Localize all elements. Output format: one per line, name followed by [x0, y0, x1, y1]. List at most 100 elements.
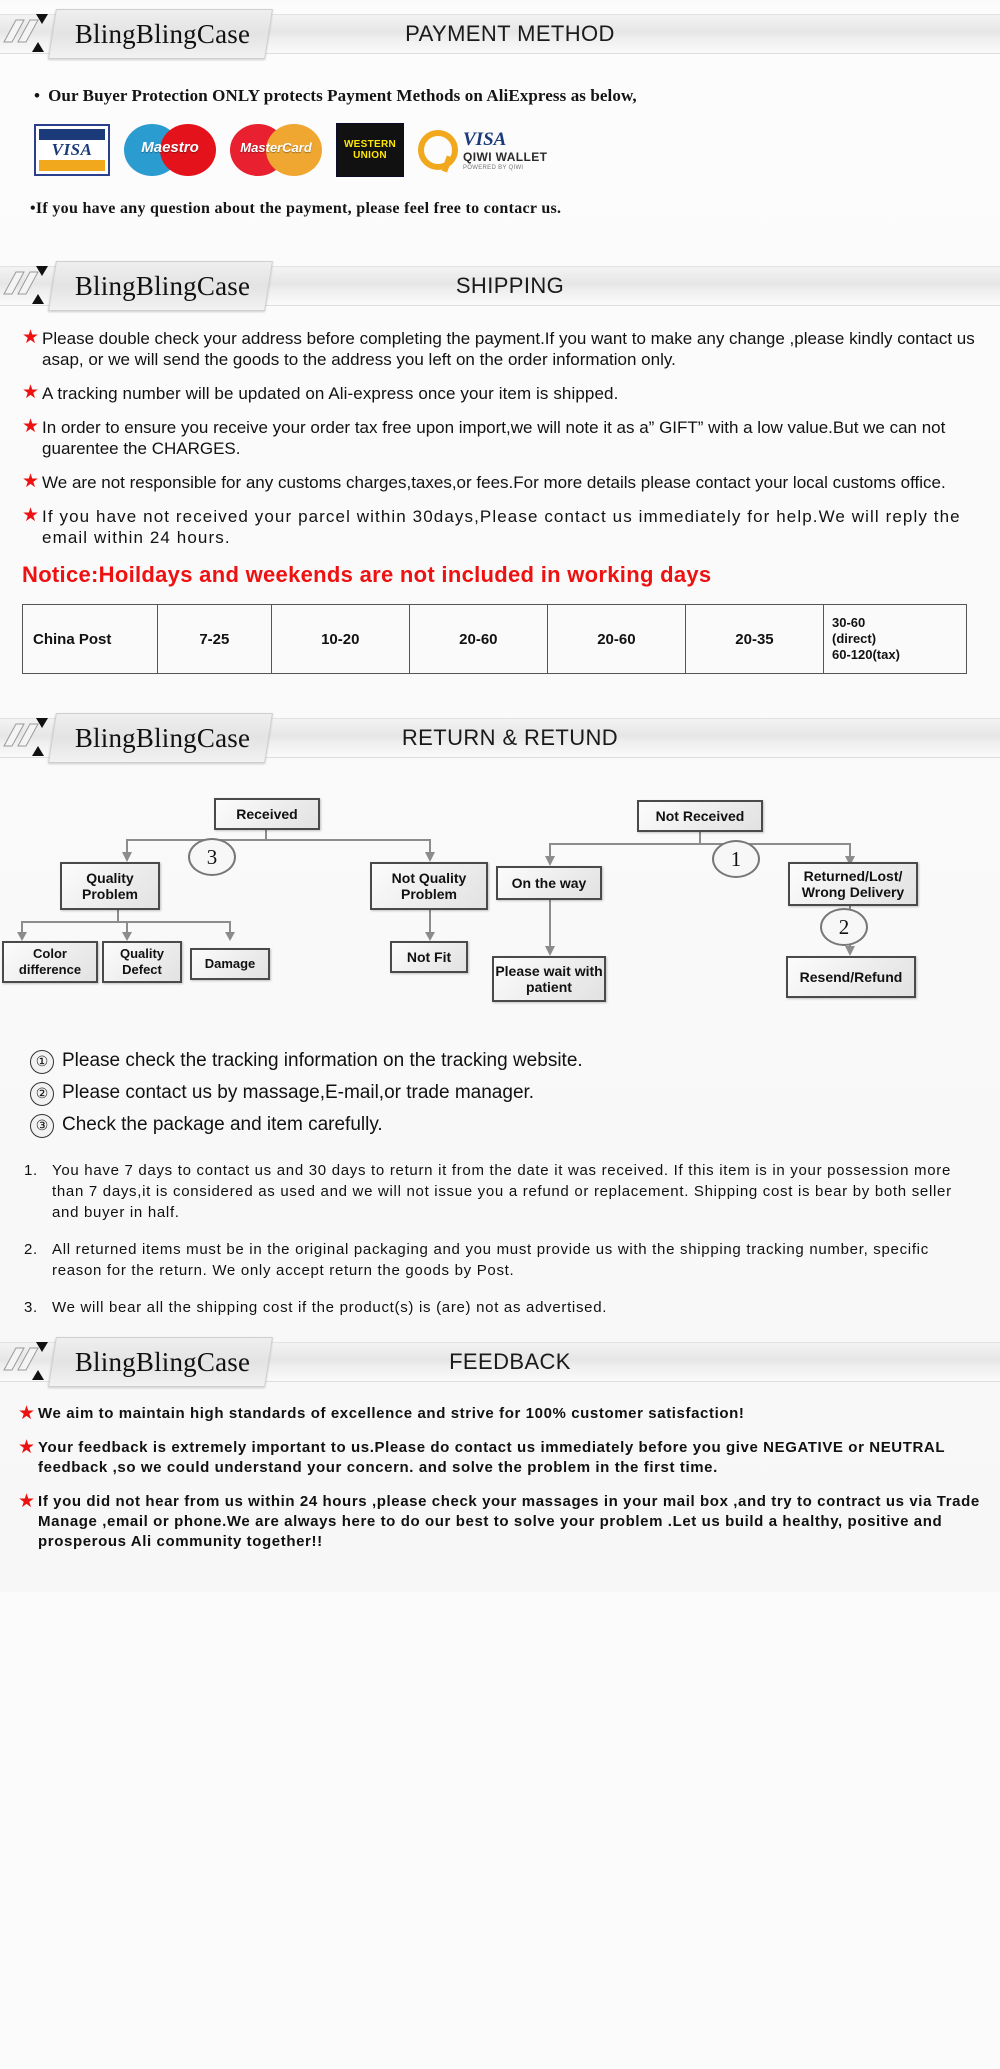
flow-node-on-the-way: On the way	[496, 866, 602, 900]
return-policy-list: 1. You have 7 days to contact us and 30 …	[24, 1160, 976, 1318]
policy-text: We will bear all the shipping cost if th…	[52, 1299, 608, 1316]
flow-node-quality-defect: Quality Defect	[102, 941, 182, 983]
visa-logo-label: VISA	[51, 140, 93, 159]
policy-number: 1.	[24, 1162, 38, 1179]
star-icon: ★	[18, 1491, 36, 1512]
payment-bullet-1-text: Our Buyer Protection ONLY protects Payme…	[48, 86, 637, 105]
western-union-line1: WESTERN	[343, 139, 397, 150]
table-cell: 10-20	[270, 604, 410, 674]
list-item-text: Check the package and item carefully.	[62, 1114, 383, 1135]
table-cell-carrier: China Post	[22, 604, 158, 674]
table-cell: 20-60	[546, 604, 686, 674]
star-icon: ★	[22, 327, 40, 348]
section-header-payment: BlingBlingCase PAYMENT METHOD	[0, 6, 1000, 60]
feedback-bullet-text: If you did not hear from us within 24 ho…	[38, 1493, 980, 1550]
table-cell-line: 30-60	[832, 615, 866, 630]
policy-text: You have 7 days to contact us and 30 day…	[52, 1162, 952, 1221]
shipping-time-table: China Post 7-25 10-20 20-60 20-60 20-35 …	[22, 604, 967, 674]
table-cell-multiline: 30-60 (direct) 60-120(tax)	[823, 604, 967, 674]
policy-number: 2.	[24, 1241, 38, 1258]
flow-node-returned-lost-wrong-delivery: Returned/Lost/ Wrong Delivery	[788, 862, 918, 906]
policy-text: All returned items must be in the origin…	[52, 1241, 929, 1279]
visa-bottom-band	[39, 160, 105, 171]
section-header-shipping: BlingBlingCase SHIPPING	[0, 258, 1000, 312]
shipping-bullet-text: A tracking number will be updated on Ali…	[42, 384, 619, 403]
shipping-bullet-text: If you have not received your parcel wit…	[42, 507, 961, 547]
payment-bullet-2-text: If you have any question about the payme…	[35, 200, 562, 217]
shipping-bullet-text: We are not responsible for any customs c…	[42, 473, 946, 492]
payment-bullet-2: •If you have any question about the paym…	[30, 200, 1000, 218]
table-cell-line: (direct)	[832, 631, 877, 646]
maestro-logo: Maestro	[124, 124, 216, 176]
mastercard-logo: MasterCard	[230, 124, 322, 176]
flow-node-damage: Damage	[190, 948, 270, 980]
flow-node-please-wait: Please wait with patient	[492, 956, 606, 1002]
feedback-bullet-text: Your feedback is extremely important to …	[38, 1439, 945, 1476]
shipping-bullet: ★ If you have not received your parcel w…	[22, 506, 978, 548]
flow-node-quality-problem: Quality Problem	[60, 862, 160, 910]
western-union-line2: UNION	[353, 150, 387, 161]
flow-node-not-received: Not Received	[637, 800, 763, 832]
qiwi-wallet-label: QIWI WALLET	[463, 149, 548, 164]
flow-node-resend-refund: Resend/Refund	[786, 956, 916, 998]
shipping-bullet: ★ Please double check your address befor…	[22, 328, 978, 370]
flow-node-not-fit: Not Fit	[390, 941, 468, 973]
flow-node-color-difference: Color difference	[2, 941, 98, 983]
qiwi-visa-wallet-logo: VISA QIWI WALLET POWERED BY QIWI	[418, 130, 547, 171]
qiwi-text-block: VISA QIWI WALLET POWERED BY QIWI	[463, 130, 547, 171]
table-cell-line: 60-120(tax)	[832, 647, 900, 662]
mastercard-logo-label: MasterCard	[240, 140, 312, 155]
shipping-bullet-text: Please double check your address before …	[42, 329, 975, 369]
list-item-number: ③	[30, 1114, 54, 1138]
maestro-logo-label: Maestro	[141, 139, 199, 156]
product-description-page: BlingBlingCase PAYMENT METHOD • Our Buyer…	[0, 6, 1000, 1592]
table-cell: 20-35	[684, 604, 825, 674]
qiwi-visa-label: VISA	[463, 128, 507, 150]
shipping-bullet: ★ A tracking number will be updated on A…	[22, 383, 978, 404]
star-icon: ★	[18, 1437, 36, 1458]
shipping-bullet: ★ In order to ensure you receive your or…	[22, 417, 978, 459]
section-title-shipping: SHIPPING	[455, 273, 565, 298]
policy-number: 3.	[24, 1299, 38, 1316]
western-union-logo: WESTERN UNION	[336, 123, 404, 177]
star-icon: ★	[18, 1403, 36, 1424]
table-cell: 20-60	[408, 604, 548, 674]
list-item: ② Please contact us by massage,E-mail,or…	[30, 1082, 1000, 1106]
brand-label: BlingBlingCase	[74, 1347, 251, 1377]
flow-marker-3: 3	[188, 838, 236, 876]
bullet-dot-icon: •	[34, 86, 41, 105]
feedback-bullet-list: ★ We aim to maintain high standards of e…	[18, 1404, 982, 1552]
visa-top-band	[39, 129, 105, 140]
brand-label: BlingBlingCase	[74, 723, 251, 753]
return-numbered-list: ① Please check the tracking information …	[30, 1050, 1000, 1138]
flow-node-received: Received	[214, 798, 320, 830]
list-item: ③ Check the package and item carefully.	[30, 1114, 1000, 1138]
western-union-inner: WESTERN UNION	[340, 137, 400, 163]
feedback-bullet: ★ If you did not hear from us within 24 …	[18, 1492, 982, 1552]
list-item-number: ①	[30, 1050, 54, 1074]
feedback-bullet: ★ We aim to maintain high standards of e…	[18, 1404, 982, 1424]
shipping-notice: Notice:Hoildays and weekends are not inc…	[22, 562, 712, 587]
policy-paragraph: 3. We will bear all the shipping cost if…	[24, 1297, 976, 1318]
shipping-bullet-list: ★ Please double check your address befor…	[22, 328, 978, 548]
section-header-return: BlingBlingCase RETURN & RETUND	[0, 710, 1000, 764]
payment-bullet-1: • Our Buyer Protection ONLY protects Paym…	[34, 86, 1000, 106]
payment-logos: VISA Maestro MasterCard WESTERN UNION VI…	[34, 122, 1000, 178]
policy-paragraph: 1. You have 7 days to contact us and 30 …	[24, 1160, 976, 1223]
qiwi-powered-label: POWERED BY QIWI	[463, 164, 524, 171]
list-item-text: Please check the tracking information on…	[62, 1050, 583, 1071]
flow-node-not-quality-problem: Not Quality Problem	[370, 862, 488, 910]
brand-label: BlingBlingCase	[74, 271, 251, 301]
list-item: ① Please check the tracking information …	[30, 1050, 1000, 1074]
shipping-bullet: ★ We are not responsible for any customs…	[22, 472, 978, 493]
section-title-feedback: FEEDBACK	[449, 1349, 571, 1374]
feedback-bullet: ★ Your feedback is extremely important t…	[18, 1438, 982, 1478]
shipping-bullet-text: In order to ensure you receive your orde…	[42, 418, 946, 458]
star-icon: ★	[22, 382, 40, 403]
table-cell: 7-25	[157, 604, 272, 674]
policy-paragraph: 2. All returned items must be in the ori…	[24, 1239, 976, 1281]
table-row: China Post 7-25 10-20 20-60 20-60 20-35 …	[22, 604, 967, 674]
page-bottom-padding	[0, 1566, 1000, 1592]
flow-marker-1: 1	[712, 840, 760, 878]
star-icon: ★	[22, 471, 40, 492]
